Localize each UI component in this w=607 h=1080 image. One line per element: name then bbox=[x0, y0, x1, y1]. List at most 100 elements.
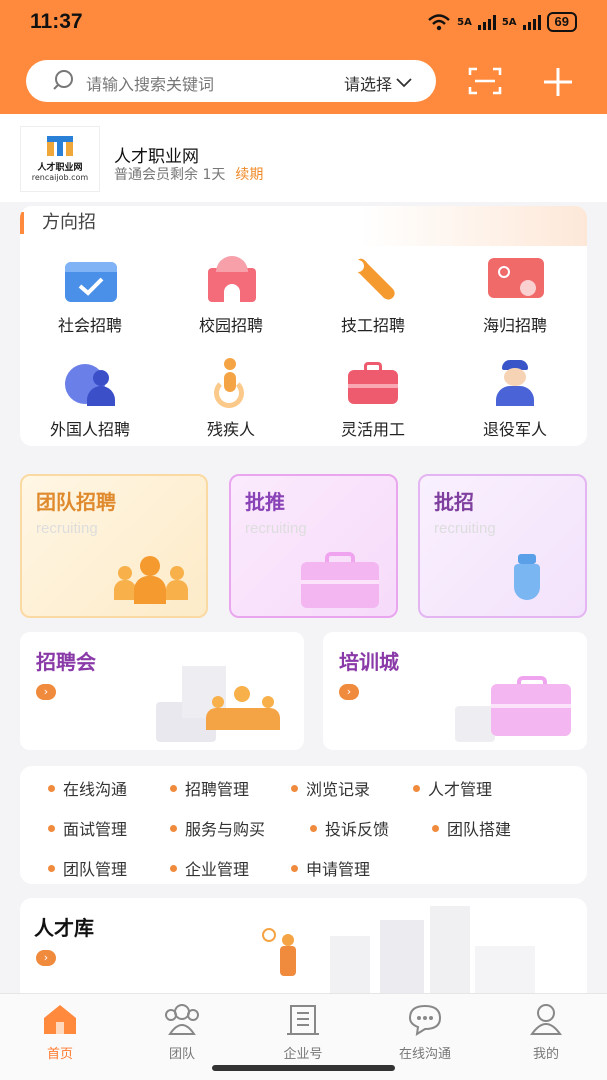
direction-item-label: 灵活用工 bbox=[340, 420, 405, 439]
direction-item-social[interactable]: 社会招聘 bbox=[20, 254, 160, 336]
link-label: 团队管理 bbox=[63, 860, 128, 879]
direction-item-foreigner[interactable]: 外国人招聘 bbox=[20, 358, 160, 440]
bullet-dot bbox=[170, 824, 177, 832]
card-subtitle: recruiting bbox=[36, 520, 98, 537]
membership-status: 普通会员剩余 1天 续期 bbox=[114, 164, 263, 184]
renew-link[interactable]: 续期 bbox=[235, 167, 263, 183]
batch-push-card[interactable]: 批推 recruiting bbox=[229, 474, 398, 618]
direction-item-returnee[interactable]: 海归招聘 bbox=[445, 254, 585, 336]
arrow-right-icon[interactable]: › bbox=[36, 950, 56, 966]
link-label: 面试管理 bbox=[63, 820, 128, 839]
link-label: 投诉反馈 bbox=[325, 820, 390, 839]
tab-label: 企业号 bbox=[283, 1047, 323, 1062]
signal-icon bbox=[477, 14, 496, 30]
tab-label: 首页 bbox=[46, 1047, 73, 1062]
home-icon bbox=[44, 1005, 76, 1034]
tab-profile[interactable]: 我的 bbox=[496, 1002, 596, 1062]
talent-pool-card[interactable]: 人才库 › bbox=[20, 898, 587, 998]
direction-item-label: 社会招聘 bbox=[57, 316, 122, 335]
tie-icon bbox=[512, 554, 542, 604]
team-people-icon bbox=[114, 556, 188, 604]
company-logo: 人才职业网 rencaijob.com bbox=[20, 126, 100, 192]
toolbox-icon bbox=[344, 358, 402, 408]
arrow-right-icon[interactable]: › bbox=[339, 684, 359, 700]
link-label: 在线沟通 bbox=[63, 780, 128, 799]
training-city-card[interactable]: 培训城 › bbox=[323, 632, 587, 750]
link-browse-history[interactable]: 浏览记录 bbox=[291, 776, 370, 800]
logo-mark bbox=[47, 136, 73, 158]
card-title: 培训城 bbox=[339, 650, 399, 674]
link-team-build[interactable]: 团队搭建 bbox=[432, 816, 511, 840]
category-select-label: 请选择 bbox=[343, 75, 392, 94]
bullet-dot bbox=[48, 784, 55, 792]
category-select[interactable]: 请选择 bbox=[344, 71, 412, 95]
link-team-manage[interactable]: 团队管理 bbox=[48, 856, 127, 880]
link-company-manage[interactable]: 企业管理 bbox=[170, 856, 249, 880]
logo-text-cn: 人才职业网 bbox=[37, 163, 83, 173]
link-complaint[interactable]: 投诉反馈 bbox=[310, 816, 389, 840]
job-fair-card[interactable]: 招聘会 › bbox=[20, 632, 304, 750]
card-title: 批招 bbox=[434, 490, 474, 514]
wrench-icon bbox=[344, 254, 402, 304]
logo-text-en: rencaijob.com bbox=[31, 173, 89, 182]
link-label: 申请管理 bbox=[306, 860, 371, 879]
tab-label: 我的 bbox=[532, 1047, 559, 1062]
section-title: 方向招 bbox=[20, 212, 96, 234]
wheelchair-icon bbox=[202, 358, 260, 408]
bullet-dot bbox=[48, 864, 55, 872]
id-card-icon bbox=[486, 254, 544, 304]
link-recruit-manage[interactable]: 招聘管理 bbox=[170, 776, 249, 800]
tab-company[interactable]: 企业号 bbox=[253, 1002, 353, 1062]
direction-item-campus[interactable]: 校园招聘 bbox=[161, 254, 301, 336]
status-bar: 11:37 5A 5A 69 bbox=[0, 0, 607, 46]
link-online-chat[interactable]: 在线沟通 bbox=[48, 776, 127, 800]
bullet-dot bbox=[48, 824, 55, 832]
city-illustration bbox=[260, 906, 560, 998]
scan-icon[interactable] bbox=[468, 66, 502, 96]
direction-item-flexible[interactable]: 灵活用工 bbox=[303, 358, 443, 440]
card-subtitle: recruiting bbox=[245, 520, 307, 537]
plus-icon[interactable] bbox=[540, 64, 576, 100]
company-card[interactable]: 人才职业网 rencaijob.com 人才职业网 普通会员剩余 1天 续期 bbox=[0, 114, 607, 202]
network-label-1: 5A bbox=[457, 16, 472, 28]
briefcase-check-icon bbox=[61, 254, 119, 304]
training-illustration bbox=[455, 676, 575, 746]
tab-label: 在线沟通 bbox=[398, 1047, 451, 1062]
direction-item-label: 技工招聘 bbox=[340, 316, 405, 335]
tab-team[interactable]: 团队 bbox=[132, 1002, 232, 1062]
bullet-dot bbox=[291, 784, 298, 792]
bullet-dot bbox=[310, 824, 317, 832]
batch-recruit-card[interactable]: 批招 recruiting bbox=[418, 474, 587, 618]
search-bar[interactable]: 请输入搜索关键词 请选择 bbox=[26, 60, 436, 102]
link-label: 团队搭建 bbox=[447, 820, 512, 839]
profile-icon bbox=[530, 1004, 562, 1035]
link-label: 企业管理 bbox=[185, 860, 250, 879]
link-talent-manage[interactable]: 人才管理 bbox=[413, 776, 492, 800]
direction-section: 方向招 社会招聘 校园招聘 技工招聘 海归招聘 外国人招聘 残疾人 灵活用工 退… bbox=[20, 206, 587, 446]
direction-item-disabled[interactable]: 残疾人 bbox=[161, 358, 301, 440]
section-header-bg bbox=[20, 206, 587, 246]
status-time: 11:37 bbox=[30, 10, 83, 33]
job-fair-illustration bbox=[146, 666, 296, 746]
school-building-icon bbox=[202, 254, 260, 304]
link-application-manage[interactable]: 申请管理 bbox=[291, 856, 370, 880]
arrow-right-icon[interactable]: › bbox=[36, 684, 56, 700]
link-interview-manage[interactable]: 面试管理 bbox=[48, 816, 127, 840]
tab-chat[interactable]: 在线沟通 bbox=[375, 1002, 475, 1062]
link-label: 服务与购买 bbox=[185, 820, 266, 839]
home-indicator[interactable] bbox=[212, 1065, 395, 1071]
bullet-dot bbox=[413, 784, 420, 792]
direction-item-label: 退役军人 bbox=[482, 420, 547, 439]
card-title: 人才库 bbox=[34, 916, 94, 940]
team-recruiting-card[interactable]: 团队招聘 recruiting bbox=[20, 474, 208, 618]
bullet-dot bbox=[170, 784, 177, 792]
membership-text: 普通会员剩余 1天 bbox=[114, 167, 226, 183]
soldier-icon bbox=[486, 358, 544, 408]
search-input[interactable]: 请输入搜索关键词 bbox=[86, 71, 214, 95]
direction-item-skilled[interactable]: 技工招聘 bbox=[303, 254, 443, 336]
link-label: 浏览记录 bbox=[306, 780, 371, 799]
bullet-dot bbox=[170, 864, 177, 872]
link-service-purchase[interactable]: 服务与购买 bbox=[170, 816, 265, 840]
tab-home[interactable]: 首页 bbox=[10, 1002, 110, 1062]
direction-item-veteran[interactable]: 退役军人 bbox=[445, 358, 585, 440]
